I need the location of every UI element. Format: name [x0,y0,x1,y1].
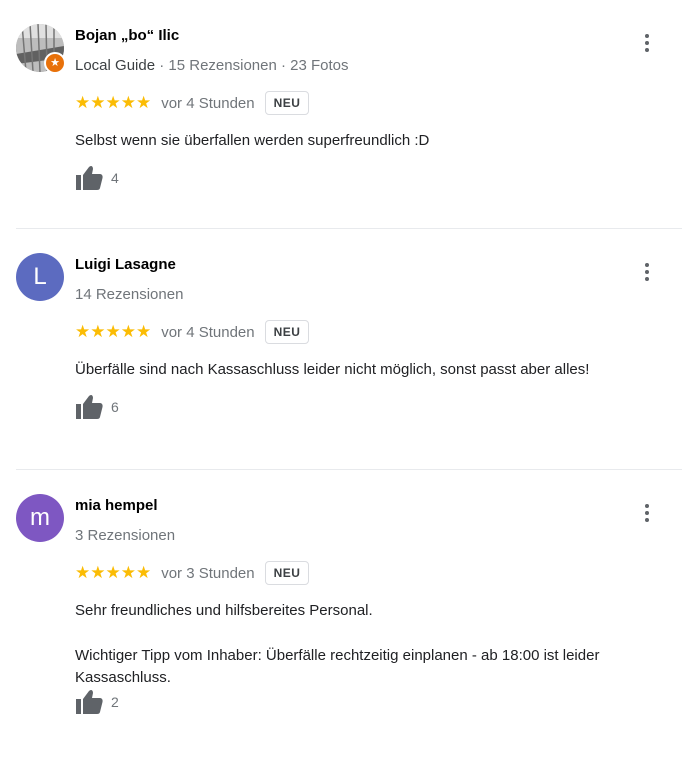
reviewer-name[interactable]: mia hempel [75,497,158,514]
like-count: 6 [111,399,119,415]
rating-row: ★★★★★ vor 4 Stunden NEU [75,320,310,344]
star-rating: ★★★★★ [75,563,152,582]
thumbs-up-icon [76,394,103,419]
like-button[interactable]: 2 [75,689,119,715]
review-time: vor 4 Stunden [161,323,255,341]
new-badge: NEU [264,561,310,585]
more-vert-icon[interactable] [644,263,650,283]
rating-row: ★★★★★ vor 4 Stunden NEU [75,91,310,115]
reviewer-stats: 3 Rezensionen [75,527,176,544]
like-button[interactable]: 6 [75,394,119,420]
review-paragraph: Selbst wenn sie überfallen werden superf… [75,132,430,149]
more-vert-icon[interactable] [644,34,650,54]
avatar[interactable]: ★ [16,24,66,74]
review-card: m mia hempel 3 Rezensionen ★★★★★ vor 3 S… [0,470,700,769]
thumbs-up-icon [76,165,103,190]
like-button[interactable]: 4 [75,165,119,191]
reviewer-name[interactable]: Bojan „bo“ Ilic [75,27,179,44]
review-text: Überfälle sind nach Kassaschluss leider … [75,359,665,381]
thumbs-up-icon [76,689,103,714]
review-time: vor 3 Stunden [161,564,255,582]
avatar[interactable]: L [16,253,64,301]
local-guide-label: Local Guide [75,57,156,74]
reviewer-stats: 14 Rezensionen [75,286,184,303]
reviewer-name[interactable]: Luigi Lasagne [75,256,176,273]
new-badge: NEU [264,320,310,344]
avatar[interactable]: m [16,494,64,542]
more-vert-icon[interactable] [644,504,650,524]
review-paragraph: Überfälle sind nach Kassaschluss leider … [75,361,590,378]
review-paragraph: Wichtiger Tipp vom Inhaber: Überfälle re… [75,647,600,686]
rating-row: ★★★★★ vor 3 Stunden NEU [75,561,310,585]
like-count: 2 [111,694,119,710]
reviewer-meta: Local Guide · 15 Rezensionen · 23 Fotos [75,57,349,74]
star-rating: ★★★★★ [75,322,152,341]
review-text: Sehr freundliches und hilfsbereites Pers… [75,600,665,689]
local-guide-star-icon: ★ [44,52,66,74]
review-paragraph: Sehr freundliches und hilfsbereites Pers… [75,602,373,619]
reviewer-stats: 15 Rezensionen · 23 Fotos [168,57,349,74]
review-text: Selbst wenn sie überfallen werden superf… [75,130,665,152]
star-rating: ★★★★★ [75,93,152,112]
new-badge: NEU [264,91,310,115]
review-card: L Luigi Lasagne 14 Rezensionen ★★★★★ vor… [0,229,700,470]
review-time: vor 4 Stunden [161,94,255,112]
like-count: 4 [111,170,119,186]
review-card: ★ Bojan „bo“ Ilic Local Guide · 15 Rezen… [0,0,700,229]
